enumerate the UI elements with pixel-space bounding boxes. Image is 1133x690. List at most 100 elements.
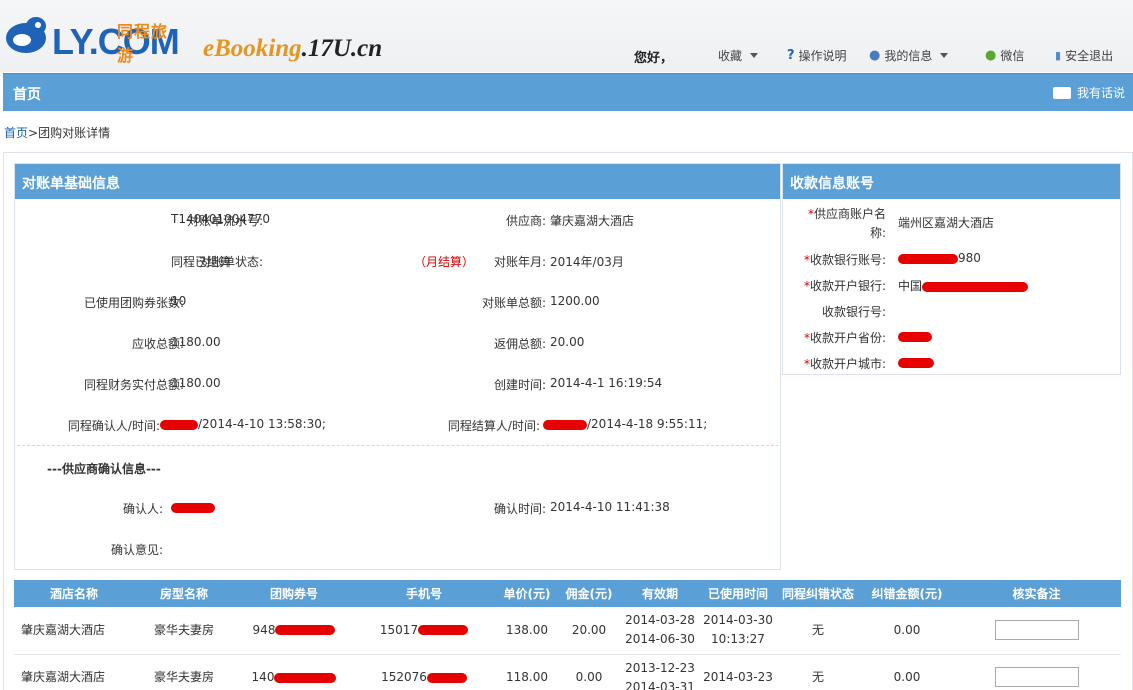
opinion-label: 确认意见: [110, 543, 163, 557]
confirm-time-value: 2014-4-10 11:41:38 [550, 500, 670, 514]
bank-name-prefix: 中国 [898, 279, 923, 293]
confirmer-label: 确认人: [122, 502, 163, 516]
redaction-mark [898, 357, 934, 368]
col-valid[interactable]: 有效期 [618, 580, 702, 607]
bank-label-text: 收款开户银行: [809, 279, 886, 293]
ly-logo[interactable]: LY.COM 同程旅游 [4, 14, 184, 65]
period-label: 对账年月: [493, 255, 546, 269]
cell-coupon: 948 [234, 607, 354, 655]
confirm-label: 同程确认人/时间: [67, 419, 160, 433]
breadcrumb-home[interactable]: 首页 [4, 126, 28, 140]
cell-used-time: 2014-03-23 [702, 654, 774, 690]
help-label: 操作说明 [798, 49, 847, 63]
logout-label: 安全退出 [1065, 49, 1114, 63]
bank-account-label: *收款银行账号: [804, 251, 886, 268]
cell-room: 豪华夫妻房 [134, 607, 234, 655]
bank-value: 中国 [898, 277, 1029, 294]
chevron-down-icon [940, 53, 949, 58]
cell-hotel: 肇庆嘉湖大酒店 [14, 607, 134, 655]
period-value: 2014年/03月 [550, 255, 624, 269]
account-name-label-line1: 供应商账户名 [813, 207, 886, 221]
redaction-mark [171, 502, 215, 513]
remark-input[interactable] [994, 667, 1079, 688]
settle-value: /2014-4-18 9:55:11; [543, 417, 707, 431]
basic-info-title: 对账单基础信息 [15, 164, 780, 199]
breadcrumb: 首页>团购对账详情 [4, 124, 110, 141]
cell-status: 无 [774, 654, 862, 690]
province-label-text: 收款开户省份: [809, 331, 886, 345]
cell-phone: 15017 [354, 607, 494, 655]
redaction-mark [543, 419, 587, 430]
supplier-label: 供应商: [505, 214, 546, 228]
cell-price: 138.00 [494, 607, 560, 655]
col-coupon[interactable]: 团购券号 [234, 580, 354, 607]
coupon-prefix: 140 [251, 670, 275, 684]
wechat-link[interactable]: ● 微信 [985, 47, 1024, 64]
ebooking-domain: .17U.cn [301, 35, 383, 62]
feedback-link[interactable]: 我有话说 [1052, 84, 1125, 101]
my-info-menu[interactable]: ● 我的信息 [869, 47, 949, 64]
top-header: LY.COM 同程旅游 eBooking.17U.cn 您好， 收藏 ? 操作说明… [0, 0, 1133, 72]
cell-used-time: 2014-03-30 10:13:27 [702, 607, 774, 655]
cell-phone: 152076 [354, 654, 494, 690]
paid-value: 1180.00 [171, 376, 221, 390]
redaction-mark [426, 672, 467, 683]
valid-from: 2013-12-23 [625, 660, 695, 675]
feedback-label: 我有话说 [1076, 86, 1125, 100]
confirmer-value [171, 500, 215, 514]
col-phone[interactable]: 手机号 [354, 580, 494, 607]
created-value: 2014-4-1 16:19:54 [550, 376, 663, 390]
redaction-mark [160, 419, 198, 430]
wechat-label: 微信 [1000, 49, 1025, 63]
bank-label: *收款开户银行: [804, 277, 886, 294]
city-label: *收款开户城市: [804, 355, 886, 372]
cell-remark [952, 654, 1121, 690]
help-link[interactable]: ? 操作说明 [787, 47, 847, 64]
cell-room: 豪华夫妻房 [134, 654, 234, 690]
rebate-value: 20.00 [550, 335, 585, 349]
col-hotel[interactable]: 酒店名称 [14, 580, 134, 607]
nav-home[interactable]: 首页 [13, 84, 41, 104]
col-price[interactable]: 单价(元) [494, 580, 560, 607]
confirm-time-label: 确认时间: [493, 502, 546, 516]
col-used-time[interactable]: 已使用时间 [702, 580, 774, 607]
redaction-mark [274, 672, 337, 683]
settle-label: 同程结算人/时间: [447, 419, 540, 433]
section-divider [17, 445, 779, 446]
phone-prefix: 152076 [381, 670, 427, 684]
wechat-icon: ● [985, 48, 997, 63]
account-info-title: 收款信息账号 [783, 164, 1120, 199]
cell-amount: 0.00 [862, 654, 952, 690]
phone-prefix: 15017 [379, 622, 419, 637]
greeting: 您好， [634, 51, 674, 66]
supplier-value: 肇庆嘉湖大酒店 [550, 214, 635, 228]
cell-price: 118.00 [494, 654, 560, 690]
favorites-menu[interactable]: 收藏 [718, 47, 759, 64]
paid-label: 同程财务实付总额: [83, 378, 184, 392]
logo-chinese: 同程旅游 [117, 22, 169, 65]
favorites-label: 收藏 [718, 49, 743, 63]
cell-remark [952, 607, 1121, 655]
serial-value: T140401004770 [171, 212, 270, 226]
col-status[interactable]: 同程纠错状态 [774, 580, 862, 607]
my-info-label: 我的信息 [884, 49, 933, 63]
bank-account-label-text: 收款银行账号: [809, 253, 886, 267]
valid-from: 2014-03-28 [625, 613, 695, 628]
remark-input[interactable] [994, 620, 1079, 640]
user-icon: ● [869, 48, 881, 63]
cell-coupon: 140 [234, 654, 354, 690]
logout-link[interactable]: ▮ 安全退出 [1055, 47, 1113, 64]
col-remark[interactable]: 核实备注 [952, 580, 1121, 607]
coupon-prefix: 948 [252, 622, 276, 637]
col-amount[interactable]: 纠错金额(元) [862, 580, 952, 607]
supplier-confirm-heading: ---供应商确认信息--- [47, 462, 161, 476]
cell-valid: 2013-12-23 2014-03-31 [618, 654, 702, 690]
table-row: 肇庆嘉湖大酒店 豪华夫妻房 948 15017 138.00 20.00 201… [14, 607, 1121, 655]
col-commission[interactable]: 佣金(元) [560, 580, 618, 607]
col-room[interactable]: 房型名称 [134, 580, 234, 607]
total-label: 对账单总额: [481, 296, 546, 310]
city-value [898, 355, 934, 369]
confirm-value: /2014-4-10 13:58:30; [160, 417, 326, 431]
used-value: 10 [171, 294, 187, 308]
bank-no-label: 收款银行号: [821, 305, 886, 319]
